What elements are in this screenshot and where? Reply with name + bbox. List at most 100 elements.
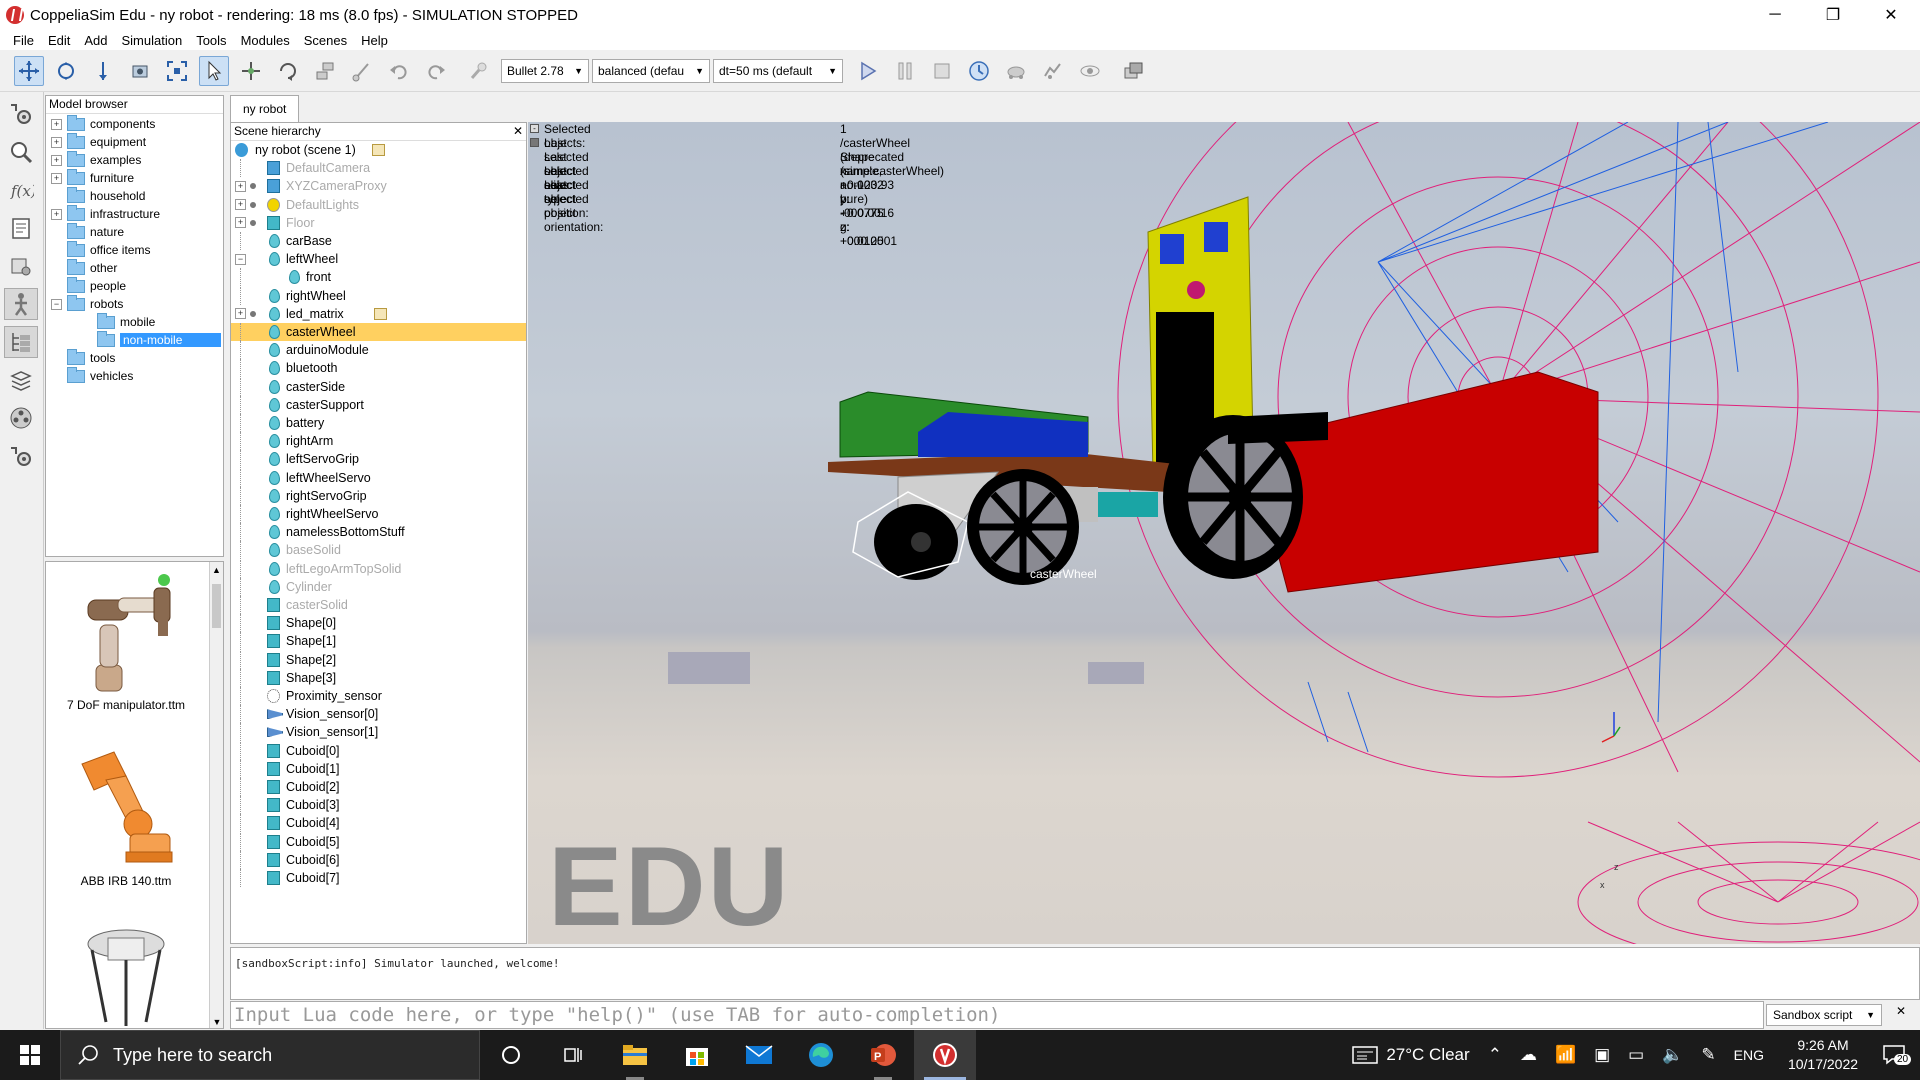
model-delta-robot[interactable] [46,922,206,1028]
hierarchy-item-vision-sensor-0[interactable]: Vision_sensor[0] [231,705,526,724]
object-rotate-icon[interactable] [273,56,303,86]
menu-scenes[interactable]: Scenes [297,33,354,48]
layers-icon[interactable] [4,364,38,396]
hierarchy-item-battery[interactable]: battery [231,414,526,432]
transfer-dna-icon[interactable] [347,56,377,86]
weather-text[interactable]: 27°C Clear [1386,1045,1469,1065]
battery-icon[interactable]: ▭ [1628,1045,1644,1065]
time-step-select[interactable]: dt=50 ms (default ▼ [713,58,843,83]
expand-icon[interactable]: + [235,308,246,320]
folder-components[interactable]: + components [46,114,223,133]
script-icon[interactable] [372,144,385,156]
shape-edit-icon[interactable] [4,250,38,282]
hierarchy-item-rightservogrip[interactable]: rightServoGrip [231,486,526,505]
user-settings-icon[interactable] [4,440,38,472]
hierarchy-item-casterside[interactable]: casterSide [231,377,526,396]
task-view-icon[interactable] [542,1030,604,1080]
hierarchy-item-shape-1[interactable]: Shape[1] [231,632,526,651]
powerpoint-icon[interactable]: P [852,1030,914,1080]
windows-start-icon[interactable] [0,1030,60,1080]
folder-nature[interactable]: nature [46,222,223,241]
folder-non-mobile[interactable]: non-mobile [46,330,223,349]
expand-icon[interactable]: + [51,208,62,220]
hierarchy-item-basesolid[interactable]: baseSolid [231,541,526,560]
folder-furniture[interactable]: + furniture [46,168,223,187]
folder-vehicles[interactable]: vehicles [46,366,223,385]
menu-edit[interactable]: Edit [41,33,77,48]
close-hierarchy-icon[interactable]: ✕ [513,123,523,140]
thumbnails-scrollbar[interactable]: ▲ ▼ [209,562,223,1028]
notifications-icon[interactable]: 20 [1872,1030,1920,1080]
scene-hierarchy-icon[interactable] [4,326,38,358]
console-close-icon[interactable]: ✕ [1892,1004,1910,1024]
maximize-button[interactable]: ❐ [1804,0,1862,30]
hierarchy-item-cuboid-6[interactable]: Cuboid[6] [231,850,526,869]
hierarchy-item-proximity-sensor[interactable]: Proximity_sensor [231,687,526,705]
onedrive-icon[interactable]: ☁ [1520,1045,1537,1065]
hierarchy-item-castersolid[interactable]: casterSolid [231,596,526,614]
expand-icon[interactable]: + [235,217,246,229]
folder-office-items[interactable]: office items [46,240,223,259]
hierarchy-item-casterwheel[interactable]: casterWheel [231,323,526,341]
hierarchy-item-cuboid-4[interactable]: Cuboid[4] [231,814,526,833]
menu-help[interactable]: Help [354,33,395,48]
hierarchy-item-cuboid-5[interactable]: Cuboid[5] [231,832,526,851]
folder-mobile[interactable]: mobile [46,312,223,331]
hierarchy-item-leftwheel[interactable]: − leftWheel [231,250,526,268]
folder-people[interactable]: people [46,276,223,295]
close-button[interactable]: ✕ [1862,0,1920,30]
click-select-icon[interactable] [199,55,229,86]
slow-down-icon[interactable] [1001,56,1031,86]
speed-up-icon[interactable] [1038,56,1068,86]
expand-icon[interactable]: + [235,199,246,211]
menu-add[interactable]: Add [77,33,114,48]
hierarchy-item-shape-2[interactable]: Shape[2] [231,650,526,669]
start-simulation-icon[interactable] [853,56,883,86]
minimize-button[interactable]: ─ [1746,0,1804,30]
stop-simulation-icon[interactable] [927,56,957,86]
taskbar-search-box[interactable]: Type here to search [60,1030,480,1080]
engine-accuracy-select[interactable]: balanced (defau ▼ [592,58,710,83]
hierarchy-item-shape-0[interactable]: Shape[0] [231,614,526,633]
script-icon[interactable] [374,307,387,320]
script-context-select[interactable]: Sandbox script ▼ [1766,1004,1882,1026]
hierarchy-item-arduinomodule[interactable]: arduinoModule [231,341,526,360]
camera-rotate-icon[interactable] [51,56,81,86]
folder-equipment[interactable]: + equipment [46,132,223,151]
menu-simulation[interactable]: Simulation [115,33,190,48]
hierarchy-item-led-matrix[interactable]: + led_matrix [231,305,526,323]
expand-icon[interactable]: + [51,136,62,148]
clock[interactable]: 9:26 AM 10/17/2022 [1782,1036,1864,1074]
physics-engine-select[interactable]: Bullet 2.78 ▼ [501,58,589,83]
video-recorder-icon[interactable] [4,402,38,434]
collapse-info-icon[interactable]: - [530,124,539,133]
show-hidden-icons-icon[interactable]: ⌃ [1488,1045,1502,1065]
realtime-mode-icon[interactable] [964,56,994,86]
info-pin-icon[interactable] [530,138,539,147]
cortana-icon[interactable] [480,1030,542,1080]
hierarchy-item-leftwheelservo[interactable]: leftWheelServo [231,468,526,487]
edge-browser-icon[interactable] [790,1030,852,1080]
hierarchy-item-cylinder[interactable]: Cylinder [231,577,526,596]
hierarchy-item-namelessbottomstuff[interactable]: namelessBottomStuff [231,523,526,542]
hierarchy-item-cuboid-0[interactable]: Cuboid[0] [231,741,526,760]
expand-icon[interactable]: + [51,154,62,166]
hierarchy-item-leftlegoarmtopsolid[interactable]: leftLegoArmTopSolid [231,559,526,578]
hierarchy-item-cuboid-2[interactable]: Cuboid[2] [231,778,526,796]
camera-shift-icon[interactable] [88,56,118,86]
hierarchy-item-cuboid-3[interactable]: Cuboid[3] [231,796,526,815]
hierarchy-item-rightwheel[interactable]: rightWheel [231,286,526,305]
hierarchy-item-cuboid-1[interactable]: Cuboid[1] [231,759,526,778]
fit-to-view-icon[interactable] [162,56,192,86]
camera-angle-icon[interactable] [125,56,155,86]
folder-robots[interactable]: − robots [46,294,223,313]
volume-icon[interactable]: 🔈 [1662,1045,1683,1065]
mail-icon[interactable] [728,1030,790,1080]
meet-now-icon[interactable]: ▣ [1594,1045,1610,1065]
simulation-settings-icon[interactable] [4,98,38,130]
hierarchy-item-rightarm[interactable]: rightArm [231,432,526,451]
hierarchy-item-xyzcameraproxy[interactable]: + XYZCameraProxy [231,177,526,195]
hierarchy-item-defaultcamera[interactable]: DefaultCamera [231,159,526,178]
pen-workspace-icon[interactable]: ✎ [1701,1045,1715,1065]
dynamics-engine-icon[interactable] [464,56,494,86]
